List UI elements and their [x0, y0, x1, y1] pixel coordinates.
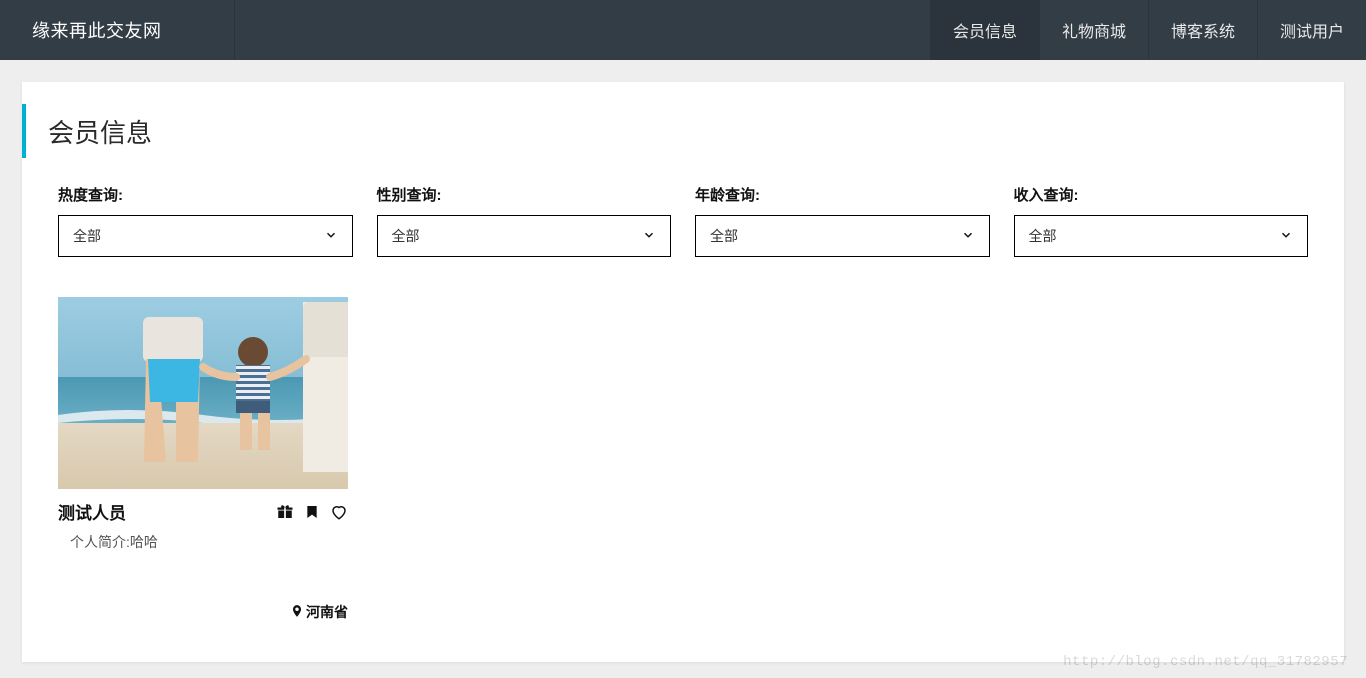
- filter-income-label: 收入查询:: [1014, 184, 1309, 205]
- page-title-wrap: 会员信息: [22, 104, 1308, 158]
- page-title: 会员信息: [48, 113, 152, 150]
- filter-heat-select[interactable]: 全部: [58, 215, 353, 257]
- filter-heat-label: 热度查询:: [58, 184, 353, 205]
- filter-income: 收入查询: 全部: [1014, 184, 1309, 257]
- filter-gender-select[interactable]: 全部: [377, 215, 672, 257]
- chevron-down-icon: [1279, 228, 1293, 245]
- member-action-icons: [276, 503, 348, 521]
- heart-icon[interactable]: [330, 503, 348, 521]
- members-grid: 测试人员 个人简介:哈哈 河南省: [58, 297, 1308, 622]
- top-navbar: 缘来再此交友网 会员信息 礼物商城 博客系统 测试用户: [0, 0, 1366, 60]
- chevron-down-icon: [642, 228, 656, 245]
- member-location: 河南省: [58, 602, 348, 622]
- member-location-text: 河南省: [306, 602, 348, 622]
- filter-age-value: 全部: [710, 226, 738, 246]
- nav-gift-mall[interactable]: 礼物商城: [1039, 0, 1148, 60]
- member-head-row: 测试人员: [58, 499, 348, 524]
- filters-row: 热度查询: 全部 性别查询: 全部 年龄查询: 全部: [58, 184, 1308, 257]
- nav-member-info[interactable]: 会员信息: [930, 0, 1039, 60]
- main-card: 会员信息 热度查询: 全部 性别查询: 全部 年龄查询:: [22, 82, 1344, 662]
- member-name: 测试人员: [58, 499, 126, 524]
- filter-gender-value: 全部: [392, 226, 420, 246]
- brand[interactable]: 缘来再此交友网: [0, 0, 235, 60]
- member-intro: 个人简介:哈哈: [70, 532, 348, 552]
- filter-age-label: 年龄查询:: [695, 184, 990, 205]
- watermark: http://blog.csdn.net/qq_31782957: [1063, 654, 1348, 670]
- member-card[interactable]: 测试人员 个人简介:哈哈 河南省: [58, 297, 348, 622]
- filter-age: 年龄查询: 全部: [695, 184, 990, 257]
- bookmark-icon[interactable]: [304, 503, 320, 521]
- filter-income-value: 全部: [1029, 226, 1057, 246]
- filter-heat: 热度查询: 全部: [58, 184, 353, 257]
- chevron-down-icon: [324, 228, 338, 245]
- gift-icon[interactable]: [276, 503, 294, 521]
- nav-test-user[interactable]: 测试用户: [1257, 0, 1366, 60]
- filter-gender-label: 性别查询:: [377, 184, 672, 205]
- chevron-down-icon: [961, 228, 975, 245]
- filter-income-select[interactable]: 全部: [1014, 215, 1309, 257]
- filter-age-select[interactable]: 全部: [695, 215, 990, 257]
- nav-blog-system[interactable]: 博客系统: [1148, 0, 1257, 60]
- filter-heat-value: 全部: [73, 226, 101, 246]
- member-photo[interactable]: [58, 297, 348, 489]
- filter-gender: 性别查询: 全部: [377, 184, 672, 257]
- location-pin-icon: [290, 604, 304, 621]
